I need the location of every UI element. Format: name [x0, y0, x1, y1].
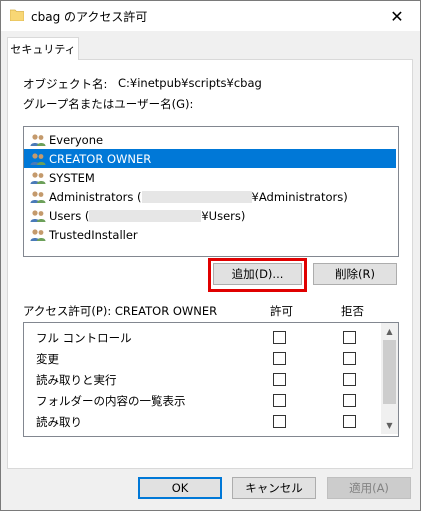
deny-checkbox[interactable] — [343, 352, 356, 365]
users-icon — [30, 209, 46, 222]
permissions-scrollbar[interactable]: ▲ ▼ — [381, 323, 398, 434]
list-item-label: Users (¥Users) — [49, 208, 246, 223]
list-item-label: SYSTEM — [49, 170, 95, 185]
object-name-value: C:¥inetpub¥scripts¥cbag — [118, 76, 262, 90]
groups-label: グループ名またはユーザー名(G): — [23, 97, 194, 111]
deny-checkbox[interactable] — [343, 415, 356, 428]
highlight-box — [208, 258, 307, 292]
deny-header: 拒否 — [341, 304, 364, 318]
tab-security[interactable]: セキュリティ — [7, 37, 79, 60]
permission-row-read-execute: 読み取りと実行 — [24, 369, 380, 390]
allow-checkbox[interactable] — [273, 331, 286, 344]
deny-checkbox[interactable] — [343, 331, 356, 344]
title-bar: cbag のアクセス許可 ✕ — [1, 1, 420, 31]
permissions-list: フル コントロール 変更 読み取りと実行 フォルダーの内容の一覧表示 読み取り … — [23, 322, 399, 437]
redacted-domain — [141, 191, 252, 203]
list-item-system[interactable]: SYSTEM — [24, 168, 396, 187]
users-icon — [30, 190, 46, 203]
permission-name: 読み取り — [36, 415, 82, 429]
permission-row-list-folder: フォルダーの内容の一覧表示 — [24, 390, 380, 411]
list-item-label: CREATOR OWNER — [49, 151, 152, 166]
list-item-everyone[interactable]: Everyone — [24, 130, 396, 149]
users-icon — [30, 228, 46, 241]
remove-button[interactable]: 削除(R) — [313, 263, 397, 285]
permission-row-read: 読み取り — [24, 411, 380, 432]
list-item-trustedinstaller[interactable]: TrustedInstaller — [24, 225, 396, 244]
users-icon — [30, 152, 46, 165]
close-icon: ✕ — [390, 6, 404, 26]
permission-row-full-control: フル コントロール — [24, 327, 380, 348]
chevron-up-icon[interactable]: ▲ — [381, 323, 398, 340]
list-item-administrators[interactable]: Administrators (¥Administrators) — [24, 187, 396, 206]
list-item-label: Everyone — [49, 132, 104, 147]
allow-checkbox[interactable] — [273, 415, 286, 428]
permissions-label: アクセス許可(P): CREATOR OWNER — [23, 304, 218, 318]
allow-checkbox[interactable] — [273, 352, 286, 365]
scroll-thumb[interactable] — [383, 340, 396, 404]
allow-checkbox[interactable] — [273, 394, 286, 407]
deny-checkbox[interactable] — [343, 394, 356, 407]
redacted-domain — [89, 210, 202, 222]
permission-row-modify: 変更 — [24, 348, 380, 369]
groups-listbox[interactable]: Everyone CREATOR OWNER SYSTEM Administra… — [23, 126, 399, 257]
chevron-down-icon[interactable]: ▼ — [381, 417, 398, 434]
object-name-label: オブジェクト名: — [23, 77, 108, 91]
users-icon — [30, 133, 46, 146]
list-item-label: TrustedInstaller — [49, 227, 138, 242]
permission-name: 変更 — [36, 352, 59, 366]
list-item-users[interactable]: Users (¥Users) — [24, 206, 396, 225]
ok-button[interactable]: OK — [138, 477, 222, 499]
list-item-label: Administrators (¥Administrators) — [49, 189, 348, 204]
list-item-creator-owner[interactable]: CREATOR OWNER — [24, 149, 396, 168]
allow-header: 許可 — [270, 304, 293, 318]
apply-button[interactable]: 適用(A) — [327, 477, 411, 499]
close-button[interactable]: ✕ — [374, 1, 420, 31]
users-icon — [30, 171, 46, 184]
permission-name: 読み取りと実行 — [36, 373, 117, 387]
permission-name: フォルダーの内容の一覧表示 — [36, 394, 186, 408]
allow-checkbox[interactable] — [273, 373, 286, 386]
cancel-button[interactable]: キャンセル — [232, 477, 316, 499]
folder-icon — [10, 9, 24, 21]
deny-checkbox[interactable] — [343, 373, 356, 386]
window-title: cbag のアクセス許可 — [31, 10, 148, 24]
permission-name: フル コントロール — [36, 331, 132, 345]
